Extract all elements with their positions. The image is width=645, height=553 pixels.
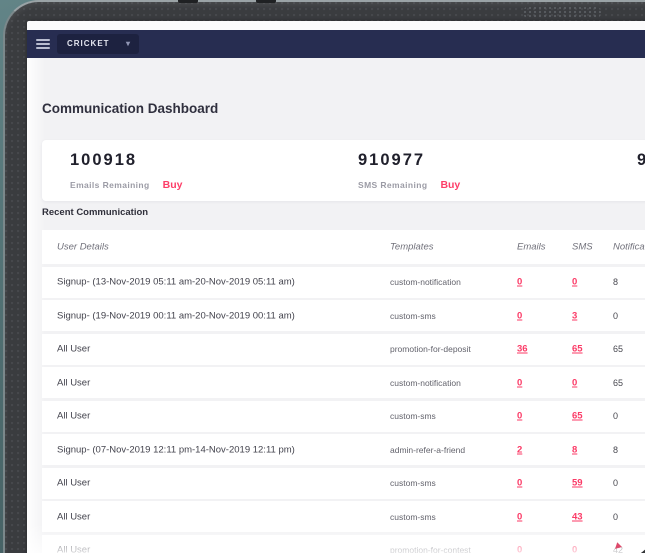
stat-meta: Emails Remaining Buy: [70, 175, 182, 193]
row-template: custom-notification: [390, 377, 461, 388]
row-sms-count-link[interactable]: 0: [572, 377, 577, 388]
row-template: custom-sms: [390, 310, 436, 321]
row-emails-count-link[interactable]: 36: [517, 344, 528, 355]
row-template: custom-sms: [390, 478, 436, 488]
row-user-details: Signup- (19-Nov-2019 00:11 am-20-Nov-201…: [57, 310, 295, 321]
row-emails-count-link[interactable]: 0: [517, 411, 522, 422]
section-title: Recent Communication: [42, 207, 149, 218]
page-title: Communication Dashboard: [42, 101, 219, 116]
brand-dropdown[interactable]: CRICKET ▾: [57, 34, 139, 54]
row-user-details: All User: [57, 544, 91, 553]
row-user-details: Signup- (13-Nov-2019 05:11 am-20-Nov-201…: [57, 276, 295, 288]
stat-card: 910977 SMS Remaining Buy: [358, 140, 460, 201]
stat-meta: [637, 175, 645, 193]
row-emails-count-link[interactable]: 0: [517, 511, 522, 522]
row-template: custom-sms: [390, 411, 436, 421]
table-row: All User promotion-for-deposit 36 65 65: [42, 333, 645, 365]
row-emails-count-link[interactable]: 0: [517, 478, 522, 489]
row-emails-count-link[interactable]: 0: [517, 545, 522, 553]
top-navigation-bar: CRICKET ▾: [27, 30, 645, 58]
table-row: All User promotion-for-contest 0 0 42: [42, 534, 645, 553]
communication-table: User Details Templates Emails SMS Notifi…: [42, 230, 645, 553]
row-user-details: Signup- (07-Nov-2019 12:11 pm-14-Nov-201…: [57, 444, 295, 455]
stat-value: 9: [637, 151, 645, 169]
row-sms-count-link[interactable]: 65: [572, 411, 583, 422]
row-user-details: All User: [57, 343, 91, 355]
chevron-down-icon: ▾: [125, 39, 131, 48]
stat-meta: SMS Remaining Buy: [358, 175, 460, 193]
buy-link[interactable]: Buy: [163, 179, 183, 191]
stat-value: 100918: [70, 151, 138, 169]
row-template: promotion-for-deposit: [390, 344, 471, 354]
header-notifications: Notifications: [613, 241, 645, 253]
row-notifications-count: 8: [613, 277, 619, 287]
row-sms-count-link[interactable]: 0: [572, 545, 577, 553]
table-row: All User custom-sms 0 59 0: [42, 467, 645, 499]
row-emails-count-link[interactable]: 2: [517, 444, 522, 455]
row-notifications-count: 65: [613, 377, 624, 388]
row-sms-count-link[interactable]: 8: [572, 444, 577, 455]
brand-dropdown-label: CRICKET: [67, 39, 110, 48]
header-templates: Templates: [390, 241, 434, 253]
row-template: custom-sms: [390, 511, 436, 522]
row-notifications-count: 0: [613, 511, 619, 522]
table-row: Signup- (07-Nov-2019 12:11 pm-14-Nov-201…: [42, 434, 645, 465]
stat-card: 9: [637, 140, 645, 201]
stat-card: 100918 Emails Remaining Buy: [70, 140, 182, 201]
row-emails-count-link[interactable]: 0: [517, 310, 522, 321]
header-emails: Emails: [517, 241, 546, 253]
row-emails-count-link[interactable]: 0: [517, 277, 522, 288]
row-sms-count-link[interactable]: 65: [572, 344, 583, 355]
table-row: All User custom-notification 0 0 65: [42, 367, 645, 398]
row-notifications-count: 0: [613, 411, 619, 421]
row-notifications-count: 8: [613, 444, 619, 455]
header-sms: SMS: [572, 241, 593, 253]
row-sms-count-link[interactable]: 3: [572, 310, 577, 321]
row-emails-count-link[interactable]: 0: [517, 377, 522, 388]
header-user-details: User Details: [57, 241, 109, 253]
row-user-details: All User: [57, 377, 91, 388]
row-notifications-count: 65: [613, 344, 624, 354]
row-sms-count-link[interactable]: 0: [572, 277, 577, 288]
row-notifications-count: 0: [613, 478, 619, 488]
stats-strip: 100918 Emails Remaining Buy 910977 SMS Remai…: [42, 140, 645, 201]
row-template: promotion-for-contest: [390, 545, 471, 553]
stat-value: 910977: [358, 151, 426, 169]
buy-link[interactable]: Buy: [440, 179, 460, 191]
row-user-details: All User: [57, 410, 91, 422]
hamburger-menu-icon[interactable]: [36, 39, 50, 49]
row-user-details: All User: [57, 511, 91, 522]
device-top-button: [178, 0, 198, 3]
table-row: Signup- (19-Nov-2019 00:11 am-20-Nov-201…: [42, 300, 645, 331]
row-notifications-count: 0: [613, 310, 619, 321]
row-user-details: All User: [57, 477, 91, 489]
table-header-row: User Details Templates Emails SMS Notifi…: [42, 230, 645, 264]
table-body: Signup- (13-Nov-2019 05:11 am-20-Nov-201…: [42, 266, 645, 553]
row-sms-count-link[interactable]: 59: [572, 478, 583, 489]
row-template: custom-notification: [390, 277, 461, 287]
device-top-button: [256, 0, 276, 3]
table-row: All User custom-sms 0 43 0: [42, 501, 645, 532]
row-template: admin-refer-a-friend: [390, 444, 466, 455]
device-mockup-scene: CRICKET ▾ Communication Dashboard 100918…: [0, 0, 645, 553]
stat-label: Emails Remaining: [70, 180, 150, 190]
app-screen: CRICKET ▾ Communication Dashboard 100918…: [27, 21, 645, 553]
row-sms-count-link[interactable]: 43: [572, 511, 583, 522]
speaker-grille-icon: [523, 6, 601, 19]
stat-label: SMS Remaining: [358, 180, 428, 190]
table-row: All User custom-sms 0 65 0: [42, 400, 645, 432]
table-row: Signup- (13-Nov-2019 05:11 am-20-Nov-201…: [42, 266, 645, 298]
dashboard-content: Communication Dashboard 100918 Emails Rem…: [27, 58, 645, 553]
